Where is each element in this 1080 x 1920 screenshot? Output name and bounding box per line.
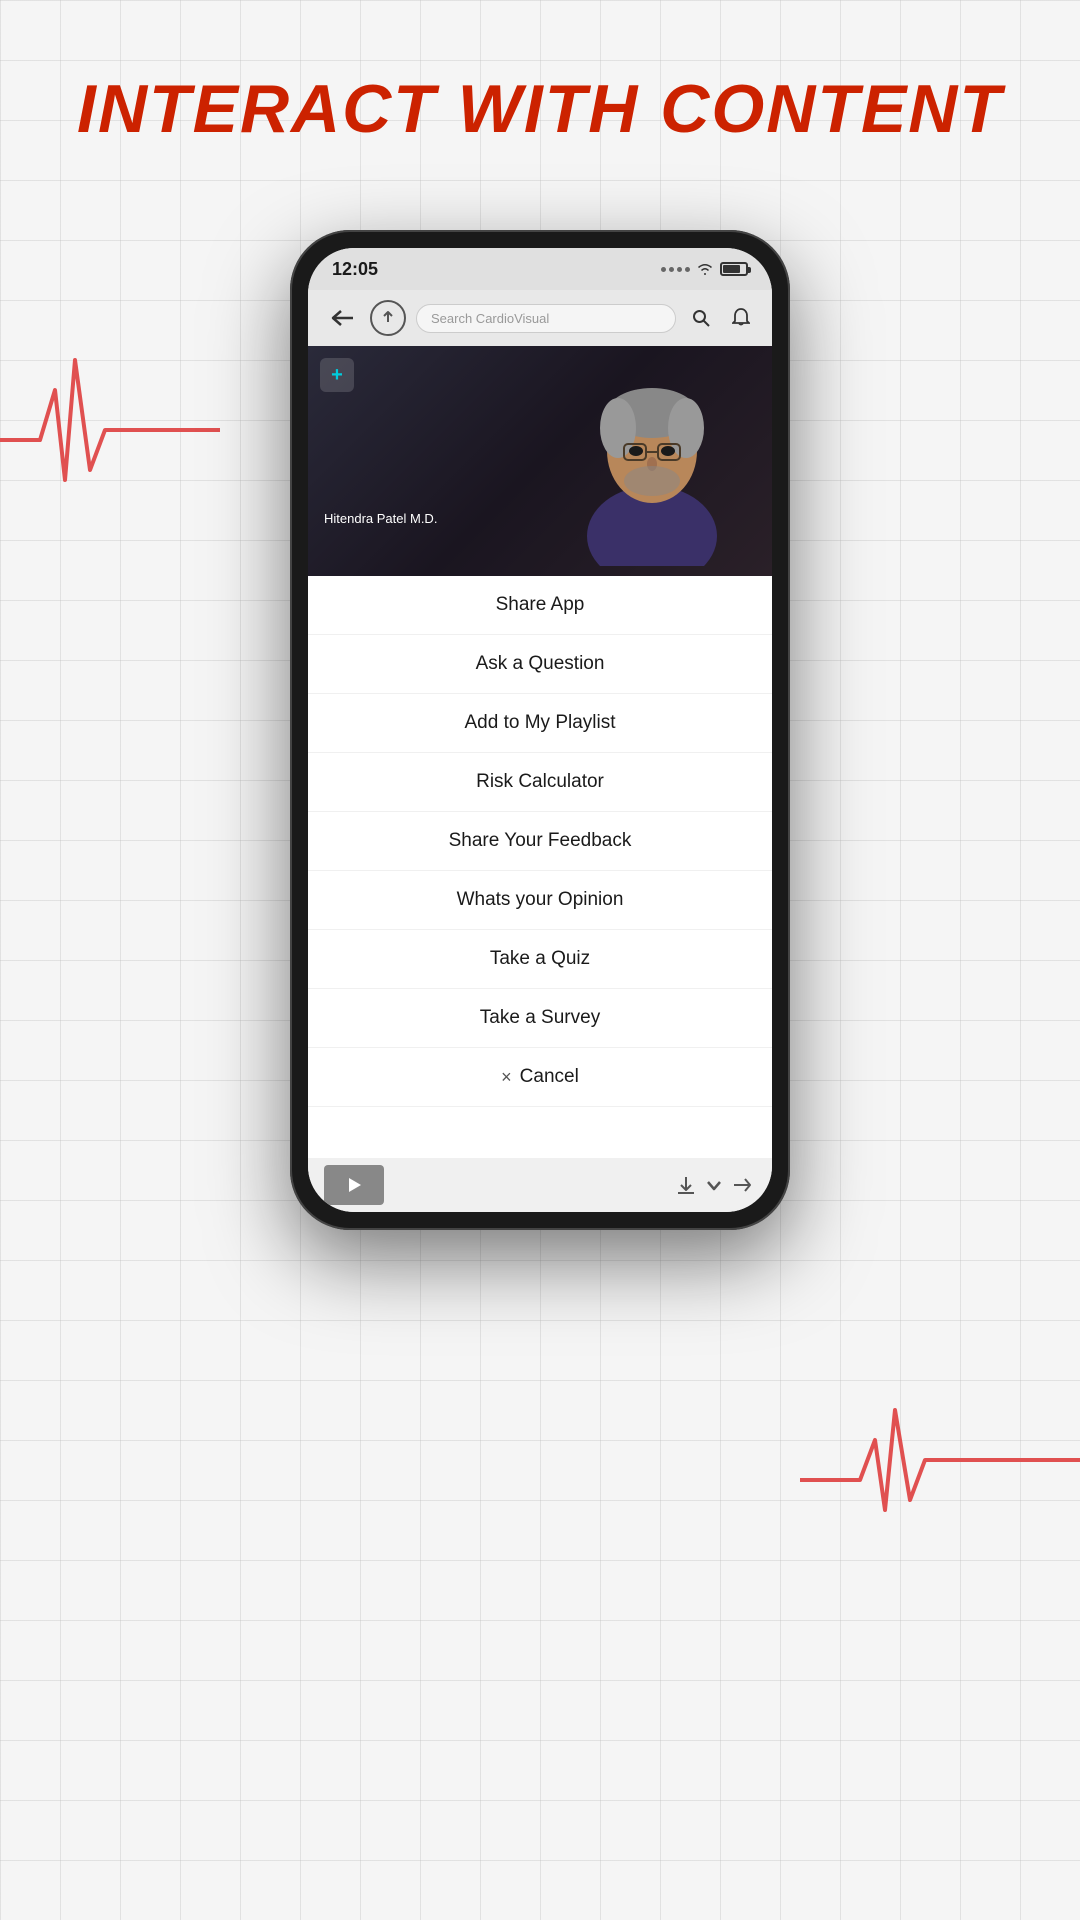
- upload-icon: [380, 310, 396, 326]
- back-button[interactable]: [324, 300, 360, 336]
- doctor-name: Hitendra Patel M.D.: [324, 511, 437, 526]
- signal-dot-2: [669, 267, 674, 272]
- menu-item-take-survey[interactable]: Take a Survey: [308, 989, 772, 1048]
- signal-dot-1: [661, 267, 666, 272]
- battery-icon: [720, 262, 748, 276]
- back-arrow-icon: [331, 309, 353, 327]
- signal-dot-4: [685, 267, 690, 272]
- ekg-line-right: [800, 1380, 1080, 1540]
- signal-dot-3: [677, 267, 682, 272]
- upload-button[interactable]: [370, 300, 406, 336]
- nav-bar: Search CardioVisual: [308, 290, 772, 346]
- cancel-button[interactable]: × Cancel: [308, 1048, 772, 1107]
- share-icon-button[interactable]: [728, 1171, 756, 1199]
- menu-item-share-app[interactable]: Share App: [308, 576, 772, 635]
- ekg-line-left: [0, 340, 220, 520]
- menu-item-ask-question[interactable]: Ask a Question: [308, 635, 772, 694]
- doctor-image: [562, 356, 742, 566]
- phone-device: 12:05: [290, 230, 790, 1230]
- video-area: +: [308, 346, 772, 576]
- cardiovisual-logo: +: [320, 358, 354, 392]
- cancel-x-icon: ×: [501, 1067, 512, 1088]
- doctor-silhouette: [562, 356, 742, 566]
- wifi-icon: [696, 262, 714, 276]
- download-icon-button[interactable]: [672, 1171, 700, 1199]
- context-menu-sheet: Share App Ask a Question Add to My Playl…: [308, 576, 772, 1158]
- page-title: INTERACT WITH CONTENT: [0, 70, 1080, 148]
- svg-text:+: +: [331, 364, 343, 386]
- menu-item-add-playlist[interactable]: Add to My Playlist: [308, 694, 772, 753]
- menu-item-opinion[interactable]: Whats your Opinion: [308, 871, 772, 930]
- cancel-label: Cancel: [520, 1066, 579, 1088]
- menu-item-share-feedback[interactable]: Share Your Feedback: [308, 812, 772, 871]
- search-icon-button[interactable]: [686, 303, 716, 333]
- share-icon: [731, 1174, 753, 1196]
- chevron-down-icon-button[interactable]: [700, 1171, 728, 1199]
- phone-outer-shell: 12:05: [290, 230, 790, 1230]
- status-time: 12:05: [332, 259, 378, 280]
- notification-bell-button[interactable]: [726, 303, 756, 333]
- video-thumbnail-ctrl: [324, 1165, 384, 1205]
- search-icon: [692, 309, 710, 327]
- status-icons: [661, 262, 748, 276]
- search-placeholder-text: Search CardioVisual: [431, 311, 549, 326]
- play-icon: [345, 1176, 363, 1194]
- status-bar: 12:05: [308, 248, 772, 290]
- menu-item-risk-calculator[interactable]: Risk Calculator: [308, 753, 772, 812]
- signal-dots: [661, 267, 690, 272]
- chevron-down-icon: [703, 1174, 725, 1196]
- bottom-controls: [308, 1158, 772, 1212]
- menu-item-take-quiz[interactable]: Take a Quiz: [308, 930, 772, 989]
- search-bar[interactable]: Search CardioVisual: [416, 304, 676, 333]
- download-icon: [675, 1174, 697, 1196]
- bell-icon: [732, 308, 750, 328]
- phone-screen: 12:05: [308, 248, 772, 1212]
